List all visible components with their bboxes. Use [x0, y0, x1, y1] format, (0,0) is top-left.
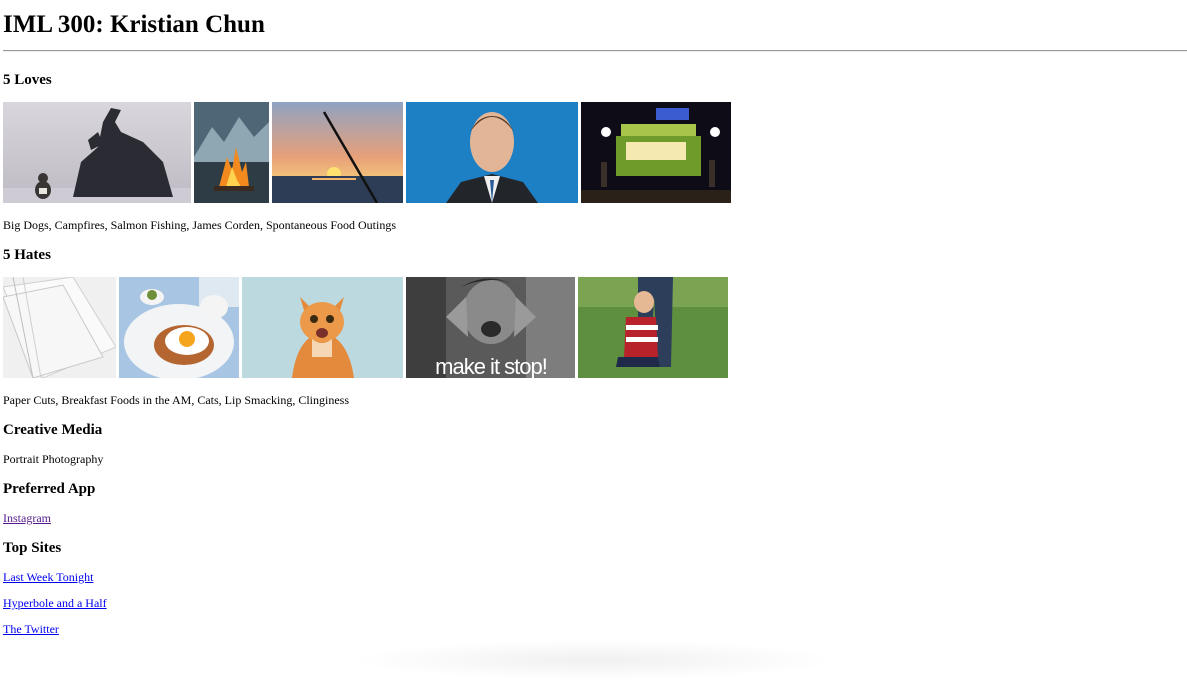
make-it-stop-photo: make it stop!: [406, 277, 575, 378]
make-it-stop-overlay: make it stop!: [435, 354, 547, 378]
paper-photo: [3, 277, 116, 378]
loves-gallery: [3, 102, 733, 203]
hyperbole-and-a-half-link[interactable]: Hyperbole and a Half: [3, 596, 107, 611]
divider: [3, 50, 1187, 52]
hates-gallery: make it stop!: [3, 277, 733, 378]
the-twitter-link[interactable]: The Twitter: [3, 622, 59, 637]
clingy-child-photo: [578, 277, 728, 378]
breakfast-photo: [119, 277, 239, 378]
james-corden-photo: [406, 102, 578, 203]
food-truck-photo: [581, 102, 731, 203]
cat-photo: [242, 277, 403, 378]
salmon-fishing-photo: [272, 102, 403, 203]
creative-media-heading: Creative Media: [3, 422, 103, 438]
instagram-link[interactable]: Instagram: [3, 511, 51, 526]
creative-media-value: Portrait Photography: [3, 452, 104, 466]
big-dog-photo: [3, 102, 191, 203]
bottom-shadow: [350, 640, 840, 680]
loves-caption: Big Dogs, Campfires, Salmon Fishing, Jam…: [3, 218, 396, 232]
campfire-photo: [194, 102, 269, 203]
page-title: IML 300: Kristian Chun: [3, 11, 265, 38]
hates-caption: Paper Cuts, Breakfast Foods in the AM, C…: [3, 393, 349, 407]
hates-heading: 5 Hates: [3, 247, 51, 263]
preferred-app-heading: Preferred App: [3, 481, 96, 497]
top-sites-heading: Top Sites: [3, 540, 62, 556]
last-week-tonight-link[interactable]: Last Week Tonight: [3, 570, 93, 585]
loves-heading: 5 Loves: [3, 72, 52, 88]
